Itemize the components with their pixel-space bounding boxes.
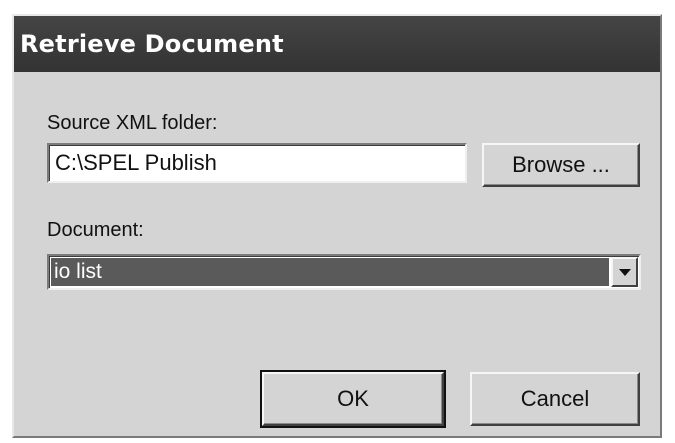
retrieve-document-dialog: Retrieve Document Source XML folder: C:\… [12,14,662,438]
ok-button[interactable]: OK [260,370,446,428]
source-folder-label: Source XML folder: [47,112,218,134]
cancel-button[interactable]: Cancel [470,372,640,426]
dropdown-button[interactable] [611,257,638,287]
source-folder-field[interactable]: C:\SPEL Publish [47,143,467,183]
browse-button[interactable]: Browse ... [482,143,640,187]
document-select[interactable]: io list [47,254,641,290]
dialog-title: Retrieve Document [20,30,284,58]
chevron-down-icon [618,268,631,276]
document-selected-value: io list [51,258,609,286]
title-bar[interactable]: Retrieve Document [14,16,660,72]
document-label: Document: [47,219,144,241]
